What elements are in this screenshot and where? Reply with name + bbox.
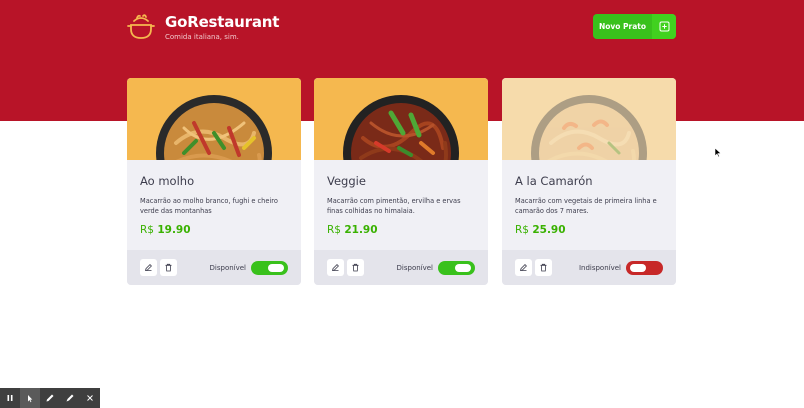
brand-subtitle: Comida italiana, sim.	[165, 32, 239, 41]
trash-icon	[540, 263, 547, 272]
pointer-tool-button[interactable]	[20, 388, 40, 408]
cursor-icon	[28, 394, 33, 402]
mouse-cursor-icon	[714, 147, 722, 158]
price-currency: R$	[515, 224, 529, 236]
toggle-knob	[455, 263, 471, 272]
food-image	[314, 78, 488, 160]
pause-icon	[7, 395, 13, 401]
availability-toggle[interactable]	[626, 260, 663, 275]
trash-icon	[165, 263, 172, 272]
edit-icon	[331, 264, 339, 272]
availability-toggle[interactable]	[251, 260, 288, 275]
food-description: Macarrão com vegetais de primeira linha …	[515, 197, 657, 215]
edit-button[interactable]	[327, 259, 344, 276]
food-card: A la Camarón Macarrão com vegetais de pr…	[502, 78, 676, 285]
price-currency: R$	[327, 224, 341, 236]
close-icon	[87, 395, 93, 401]
delete-button[interactable]	[160, 259, 177, 276]
food-description: Macarrão com pimentão, ervilha e ervas f…	[327, 197, 461, 215]
pause-button[interactable]	[0, 388, 20, 408]
food-description: Macarrão ao molho branco, fughi e cheiro…	[140, 197, 278, 215]
close-toolbar-button[interactable]	[80, 388, 100, 408]
card-footer: Disponível	[314, 250, 488, 285]
food-image	[502, 78, 676, 160]
food-name: A la Camarón	[515, 174, 593, 188]
new-dish-button[interactable]: Novo Prato	[593, 14, 676, 39]
pen-icon	[46, 394, 54, 402]
edit-button[interactable]	[140, 259, 157, 276]
price-currency: R$	[140, 224, 154, 236]
brand: GoRestaurant Comida italiana, sim.	[126, 12, 279, 42]
food-card: Ao molho Macarrão ao molho branco, fughi…	[127, 78, 301, 285]
price-value: 25.90	[532, 224, 566, 236]
toggle-knob	[268, 263, 284, 272]
delete-button[interactable]	[535, 259, 552, 276]
price-value: 21.90	[344, 224, 378, 236]
food-card: Veggie Macarrão com pimentão, ervilha e …	[314, 78, 488, 285]
chef-pot-icon	[127, 14, 155, 39]
plus-square-icon	[652, 14, 676, 39]
food-name: Veggie	[327, 174, 366, 188]
food-price: R$ 25.90	[515, 224, 663, 237]
delete-button[interactable]	[347, 259, 364, 276]
food-price: R$ 19.90	[140, 224, 288, 237]
pen-tool-button[interactable]	[40, 388, 60, 408]
highlighter-icon	[66, 394, 74, 402]
brand-title: GoRestaurant	[165, 12, 280, 31]
edit-button[interactable]	[515, 259, 532, 276]
card-footer: Indisponível	[502, 250, 676, 285]
food-name: Ao molho	[140, 174, 195, 188]
edit-icon	[144, 264, 152, 272]
price-value: 19.90	[157, 224, 191, 236]
edit-icon	[519, 264, 527, 272]
toggle-knob	[630, 263, 646, 272]
new-dish-label: Novo Prato	[598, 22, 647, 31]
availability-label: Disponível	[209, 263, 246, 272]
food-price: R$ 21.90	[327, 224, 475, 237]
food-image	[127, 78, 301, 160]
trash-icon	[352, 263, 359, 272]
highlighter-tool-button[interactable]	[60, 388, 80, 408]
recording-toolbar	[0, 388, 100, 408]
card-footer: Disponível	[127, 250, 301, 285]
availability-label: Indisponível	[578, 263, 621, 272]
availability-toggle[interactable]	[438, 260, 475, 275]
availability-label: Disponível	[396, 263, 433, 272]
